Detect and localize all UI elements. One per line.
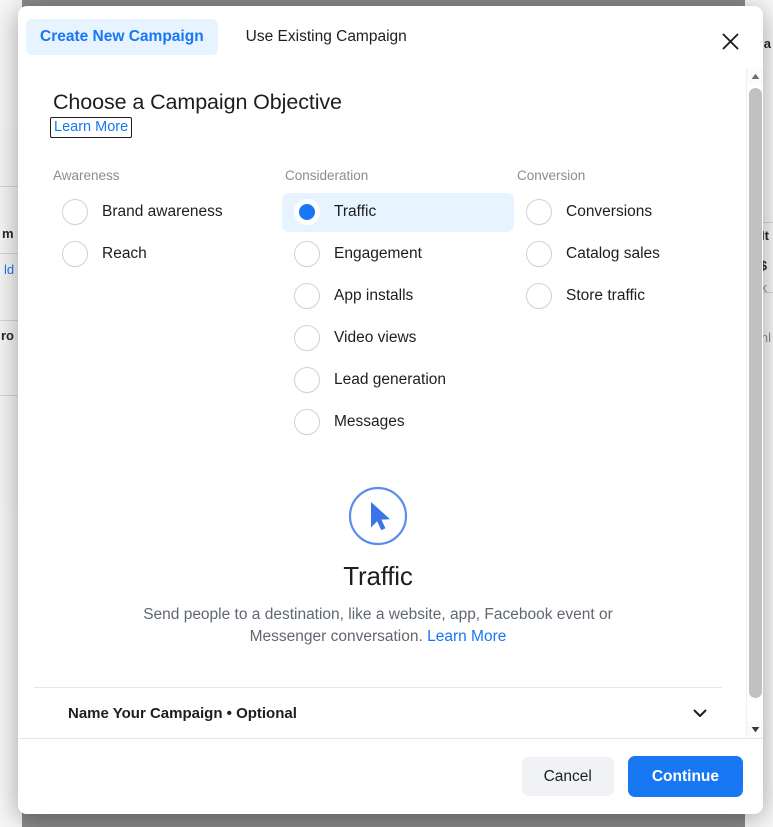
dialog-footer: Cancel Continue [18, 738, 763, 814]
background-text-fragment: ld [4, 262, 14, 277]
scrollbar-thumb[interactable] [749, 88, 762, 698]
objective-option-label: Lead generation [334, 371, 446, 389]
objective-option-label: Engagement [334, 245, 422, 263]
selected-objective-description: Send people to a destination, like a web… [124, 604, 632, 649]
objective-option-store-traffic[interactable]: Store traffic [514, 277, 746, 316]
dialog-body: Choose a Campaign Objective Learn More A… [18, 68, 746, 738]
name-your-campaign-label: Name Your Campaign • Optional [68, 705, 297, 722]
radio-icon[interactable] [294, 325, 320, 351]
objective-columns: Awareness Brand awareness Reach Consider… [34, 168, 722, 445]
scroll-up-arrow-icon[interactable] [747, 68, 763, 85]
campaign-objective-dialog: Create New Campaign Use Existing Campaig… [18, 6, 763, 814]
radio-icon[interactable] [526, 241, 552, 267]
objective-option-label: Brand awareness [102, 203, 223, 221]
continue-button[interactable]: Continue [628, 756, 743, 798]
objective-option-traffic[interactable]: Traffic [282, 193, 514, 232]
radio-icon[interactable] [526, 199, 552, 225]
dialog-body-wrapper: Choose a Campaign Objective Learn More A… [18, 68, 763, 738]
radio-icon[interactable] [294, 283, 320, 309]
learn-more-link-detail[interactable]: Learn More [427, 628, 506, 645]
radio-icon[interactable] [62, 241, 88, 267]
background-text-fragment: ro [1, 328, 14, 343]
radio-icon[interactable] [62, 199, 88, 225]
column-heading: Conversion [514, 168, 746, 183]
page-title: Choose a Campaign Objective [53, 90, 722, 115]
tab-create-new-campaign[interactable]: Create New Campaign [26, 19, 218, 55]
objective-option-label: Store traffic [566, 287, 645, 305]
objective-option-engagement[interactable]: Engagement [282, 235, 514, 274]
objective-option-conversions[interactable]: Conversions [514, 193, 746, 232]
objective-option-video-views[interactable]: Video views [282, 319, 514, 358]
objective-column-awareness: Awareness Brand awareness Reach [50, 168, 282, 445]
radio-icon[interactable] [526, 283, 552, 309]
dialog-scrollbar[interactable] [746, 68, 763, 738]
objective-option-label: Traffic [334, 203, 376, 221]
radio-icon-selected[interactable] [294, 199, 320, 225]
cursor-pointer-in-circle-icon [347, 485, 409, 547]
learn-more-link-top[interactable]: Learn More [50, 117, 132, 138]
close-icon[interactable] [717, 28, 743, 54]
objective-option-reach[interactable]: Reach [50, 235, 282, 274]
objective-option-label: App installs [334, 287, 413, 305]
background-text-fragment: m [2, 226, 14, 241]
selected-objective-name: Traffic [124, 561, 632, 592]
objective-option-label: Catalog sales [566, 245, 660, 263]
radio-icon[interactable] [294, 409, 320, 435]
selected-objective-detail: Traffic Send people to a destination, li… [34, 485, 722, 649]
objective-option-lead-generation[interactable]: Lead generation [282, 361, 514, 400]
objective-option-app-installs[interactable]: App installs [282, 277, 514, 316]
objective-option-label: Messages [334, 413, 405, 431]
tab-use-existing-campaign[interactable]: Use Existing Campaign [232, 19, 421, 55]
objective-column-conversion: Conversion Conversions Catalog sales Sto… [514, 168, 746, 445]
column-heading: Consideration [282, 168, 514, 183]
scroll-down-arrow-icon[interactable] [747, 721, 763, 738]
objective-option-brand-awareness[interactable]: Brand awareness [50, 193, 282, 232]
chevron-down-icon[interactable] [690, 703, 710, 723]
objective-option-label: Video views [334, 329, 416, 347]
objective-option-catalog-sales[interactable]: Catalog sales [514, 235, 746, 274]
objective-option-messages[interactable]: Messages [282, 403, 514, 442]
objective-column-consideration: Consideration Traffic Engagement App ins… [282, 168, 514, 445]
objective-option-label: Conversions [566, 203, 652, 221]
name-your-campaign-section[interactable]: Name Your Campaign • Optional [34, 687, 722, 738]
dialog-header: Create New Campaign Use Existing Campaig… [18, 6, 763, 68]
column-heading: Awareness [50, 168, 282, 183]
cancel-button[interactable]: Cancel [522, 757, 614, 797]
description-text: Send people to a destination, like a web… [143, 606, 613, 645]
radio-icon[interactable] [294, 241, 320, 267]
radio-icon[interactable] [294, 367, 320, 393]
objective-option-label: Reach [102, 245, 147, 263]
